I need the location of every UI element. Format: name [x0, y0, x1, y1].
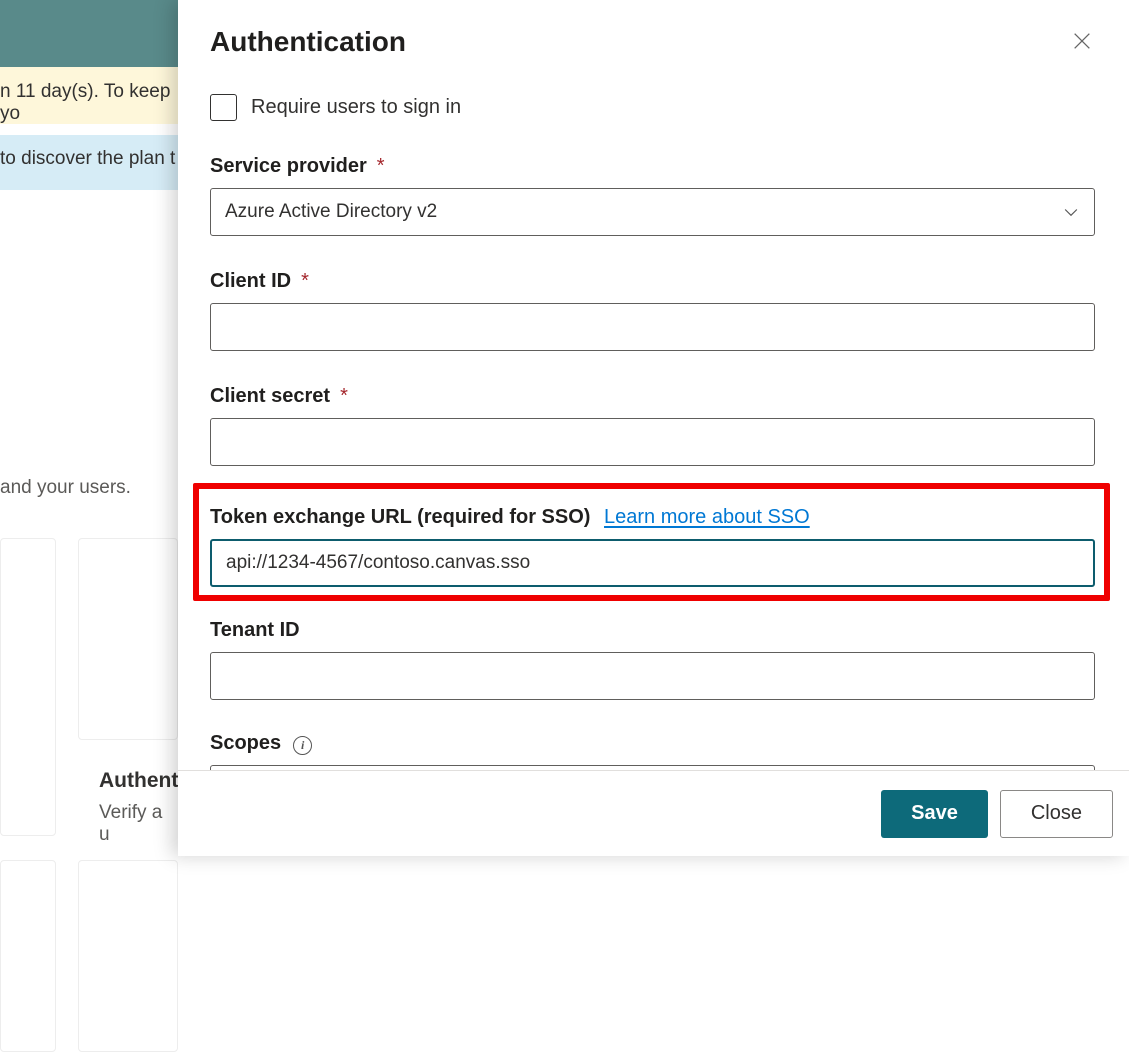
require-signin-checkbox[interactable] — [210, 94, 237, 121]
client-secret-label: Client secret* — [210, 385, 1095, 408]
service-provider-label: Service provider* — [210, 155, 1095, 178]
required-asterisk: * — [340, 385, 348, 408]
required-asterisk: * — [377, 155, 385, 178]
bg-card — [0, 538, 56, 836]
tenant-id-label: Tenant ID — [210, 619, 1095, 642]
close-button[interactable]: Close — [1000, 790, 1113, 838]
bg-warning-banner: n 11 day(s). To keep yo — [0, 67, 180, 124]
close-icon[interactable] — [1071, 30, 1093, 52]
client-id-label: Client ID* — [210, 270, 1095, 293]
token-exchange-label: Token exchange URL (required for SSO) Le… — [210, 506, 1095, 529]
authentication-panel: Authentication Require users to sign in … — [178, 0, 1129, 856]
tenant-id-field: Tenant ID — [210, 619, 1095, 700]
bg-card-title: Authent — [99, 769, 178, 793]
bg-body: and your users. Authent Verify a u — [0, 196, 180, 856]
bg-header-bar — [0, 0, 180, 67]
client-id-field: Client ID* — [210, 270, 1095, 351]
require-signin-label: Require users to sign in — [251, 96, 461, 119]
panel-footer: Save Close — [178, 770, 1129, 856]
bg-description-text: and your users. — [0, 477, 131, 499]
required-asterisk: * — [301, 270, 309, 293]
bg-info-banner: to discover the plan t — [0, 135, 180, 190]
client-secret-field: Client secret* — [210, 385, 1095, 466]
bg-card — [0, 860, 56, 1052]
bg-card — [78, 860, 178, 1052]
service-provider-select[interactable] — [210, 188, 1095, 236]
service-provider-field: Service provider* — [210, 155, 1095, 236]
require-signin-row: Require users to sign in — [210, 94, 1095, 121]
scopes-field: Scopes — [210, 732, 1095, 771]
client-secret-input[interactable] — [210, 418, 1095, 466]
scopes-label: Scopes — [210, 732, 1095, 755]
info-icon[interactable] — [293, 736, 312, 755]
token-exchange-field: Token exchange URL (required for SSO) Le… — [210, 506, 1095, 587]
client-id-input[interactable] — [210, 303, 1095, 351]
panel-title: Authentication — [210, 26, 1095, 58]
token-exchange-input[interactable] — [210, 539, 1095, 587]
bg-card-subtitle: Verify a u — [99, 802, 177, 846]
learn-more-sso-link[interactable]: Learn more about SSO — [604, 506, 810, 528]
bg-card-authentication: Authent Verify a u — [78, 538, 178, 740]
save-button[interactable]: Save — [881, 790, 988, 838]
tenant-id-input[interactable] — [210, 652, 1095, 700]
